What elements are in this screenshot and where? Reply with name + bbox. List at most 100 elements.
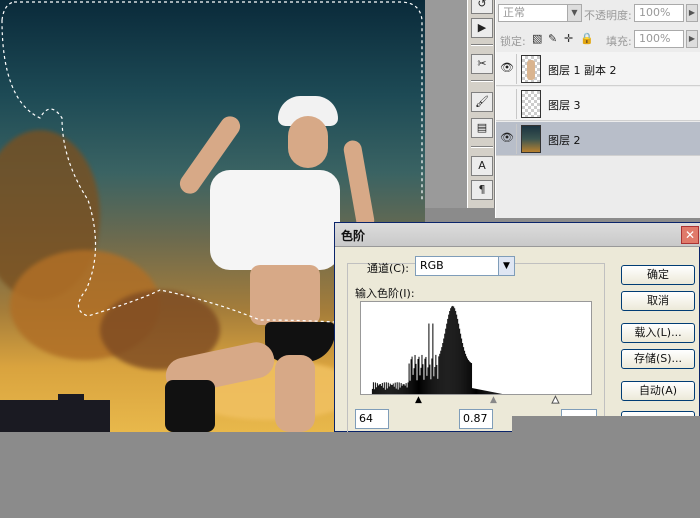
- input-black-field[interactable]: 64: [355, 409, 389, 429]
- histogram-bar: [385, 382, 387, 394]
- tool-divider: [471, 146, 493, 148]
- dialog-title-bar[interactable]: 色阶 ✕: [335, 223, 700, 247]
- gamma-slider[interactable]: ▲: [490, 395, 497, 405]
- histogram-bar: [491, 392, 493, 394]
- input-gamma-field[interactable]: 0.87: [459, 409, 493, 429]
- eye-icon[interactable]: 👁: [500, 131, 514, 145]
- histogram-bar: [477, 389, 479, 394]
- histogram-bar: [443, 338, 445, 394]
- actions-play-icon[interactable]: ▶: [471, 18, 493, 38]
- histogram-bar: [417, 358, 419, 394]
- clone-source-icon[interactable]: ▤: [471, 118, 493, 138]
- histogram-bar: [423, 379, 425, 394]
- histogram-bar: [484, 390, 486, 394]
- histogram-bar: [488, 391, 490, 394]
- histogram-bar: [458, 323, 460, 394]
- histogram-bar: [428, 323, 430, 394]
- histogram-bar: [393, 386, 395, 394]
- histogram-bar: [460, 333, 462, 394]
- layer-thumbnail: [521, 55, 541, 83]
- histogram-bar: [474, 388, 476, 394]
- histogram-bar: [495, 392, 497, 394]
- black-point-slider[interactable]: ▲: [415, 395, 422, 405]
- histogram-bar: [411, 356, 413, 394]
- histogram-bar: [471, 363, 473, 394]
- histogram-bar: [371, 388, 373, 394]
- histogram-bar: [434, 366, 436, 394]
- save-button[interactable]: 存储(S)...: [621, 349, 695, 369]
- input-black-value: 64: [359, 412, 373, 425]
- histogram-bar: [416, 380, 418, 394]
- levels-dialog: 色阶 ✕ 通道(C): RGB ▼ 输入色阶(I): ▲ ▲ ▲ 64 0.87…: [334, 222, 700, 433]
- cancel-button[interactable]: 取消: [621, 291, 695, 311]
- histogram-bar: [481, 390, 483, 394]
- brushes-icon[interactable]: 🖌: [471, 92, 493, 112]
- histogram-bar: [456, 314, 458, 394]
- chevron-down-icon: ▼: [567, 5, 581, 21]
- layer-row-active[interactable]: 👁 图层 2: [496, 122, 700, 156]
- histogram-bar: [425, 356, 427, 394]
- histogram-bar: [415, 363, 417, 394]
- histogram-bar: [381, 382, 383, 394]
- channel-select[interactable]: RGB ▼: [415, 256, 515, 276]
- lock-position-icon[interactable]: ✛: [564, 32, 573, 45]
- histogram-bar: [445, 328, 447, 394]
- lock-all-icon[interactable]: 🔒: [580, 32, 594, 45]
- histogram-bar: [405, 383, 407, 394]
- blend-row: 正常 ▼ 不透明度: 100% ▶: [496, 4, 700, 28]
- dialog-title: 色阶: [341, 229, 366, 243]
- eye-icon[interactable]: 👁: [500, 61, 514, 75]
- histogram-bar: [465, 353, 467, 394]
- histogram-bar: [466, 356, 468, 394]
- divider: [516, 124, 517, 154]
- histogram-bar: [490, 391, 492, 394]
- white-point-slider[interactable]: ▲: [552, 395, 560, 406]
- lock-transparency-icon[interactable]: ▧: [532, 32, 542, 45]
- histogram-bar: [463, 347, 465, 394]
- histogram-bar: [439, 353, 441, 394]
- histogram-bar: [459, 328, 461, 394]
- eye-hidden-icon[interactable]: [500, 96, 514, 110]
- histogram-bar: [441, 347, 443, 394]
- auto-button[interactable]: 自动(A): [621, 381, 695, 401]
- histogram-bar: [421, 354, 423, 394]
- load-button[interactable]: 载入(L)...: [621, 323, 695, 343]
- histogram-bar: [388, 386, 390, 394]
- histogram-bar: [473, 388, 475, 394]
- blend-mode-select[interactable]: 正常 ▼: [498, 4, 582, 22]
- histogram-bar: [399, 387, 401, 394]
- histogram-bar: [446, 323, 448, 394]
- histogram-bar: [487, 391, 489, 394]
- lock-pixels-icon[interactable]: ✎: [548, 32, 557, 45]
- divider: [516, 54, 517, 84]
- layer-thumbnail: [521, 125, 541, 153]
- histogram-bar: [497, 393, 499, 394]
- fill-arrow-icon[interactable]: ▶: [686, 30, 698, 48]
- occlusion-box: [512, 416, 700, 432]
- histogram-bar: [476, 389, 478, 394]
- fill-input[interactable]: 100%: [634, 30, 684, 48]
- lock-row: 锁定: ▧ ✎ ✛ 🔒 填充: 100% ▶: [496, 30, 700, 54]
- close-icon[interactable]: ✕: [681, 226, 699, 244]
- histogram-bar: [394, 382, 396, 394]
- histogram: [360, 301, 592, 395]
- histogram-bar: [382, 387, 384, 394]
- opacity-input[interactable]: 100%: [634, 4, 684, 22]
- histogram-bar: [478, 389, 480, 394]
- histogram-bar: [422, 364, 424, 394]
- tool-presets-icon[interactable]: ✂: [471, 54, 493, 74]
- histogram-bar: [419, 375, 421, 394]
- histogram-bar: [430, 379, 432, 394]
- histogram-bar: [437, 378, 439, 394]
- history-brush-icon[interactable]: ↺: [471, 0, 493, 14]
- paragraph-icon[interactable]: ¶: [471, 180, 493, 200]
- layer-row[interactable]: 图层 3: [496, 87, 700, 121]
- histogram-bar: [479, 389, 481, 394]
- ok-button[interactable]: 确定: [621, 265, 695, 285]
- tools-column: ↺ ▶ ✂ 🖌 ▤ A ¶: [467, 0, 495, 208]
- opacity-arrow-icon[interactable]: ▶: [686, 4, 698, 22]
- histogram-bar: [432, 323, 434, 394]
- histogram-bar: [397, 389, 399, 394]
- layer-row[interactable]: 👁 图层 1 副本 2: [496, 52, 700, 86]
- character-icon[interactable]: A: [471, 156, 493, 176]
